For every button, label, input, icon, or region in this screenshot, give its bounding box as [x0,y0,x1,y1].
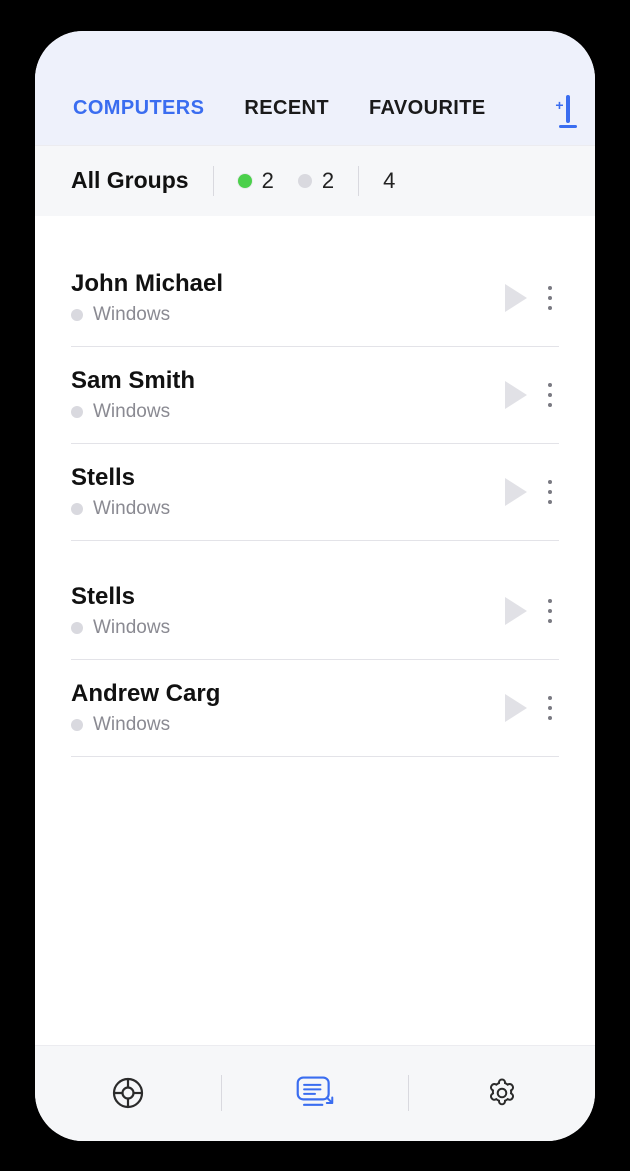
status-dot-offline-icon [298,174,312,188]
list-item[interactable]: Stells Windows [71,563,559,660]
computer-name: John Michael [71,270,491,298]
status-dot-icon [71,719,83,731]
computer-os: Windows [93,714,170,736]
computer-subtitle: Windows [71,304,491,326]
more-menu-button[interactable] [541,476,559,508]
online-count: 2 [238,168,274,194]
status-dot-icon [71,503,83,515]
computer-subtitle: Windows [71,617,491,639]
plus-icon: + [555,98,563,112]
list-item[interactable]: John Michael Windows [71,250,559,347]
connect-button[interactable] [505,381,527,409]
add-computer-button[interactable]: + [566,95,570,123]
divider [358,166,359,196]
divider [213,166,214,196]
app-device-frame: COMPUTERS RECENT FAVOURITE + All Groups … [35,31,595,1141]
tab-favourite[interactable]: FAVOURITE [369,97,486,120]
total-count-value: 4 [383,168,395,194]
more-menu-button[interactable] [541,595,559,627]
computers-list-icon [295,1073,335,1113]
online-count-value: 2 [262,168,274,194]
computer-list: John Michael Windows Sam Smith Windows [35,216,595,1045]
computer-subtitle: Windows [71,498,491,520]
tab-recent[interactable]: RECENT [244,97,329,120]
computer-os: Windows [93,498,170,520]
status-dot-icon [71,406,83,418]
status-dot-icon [71,622,83,634]
computer-os: Windows [93,304,170,326]
computer-subtitle: Windows [71,401,491,423]
total-count: 4 [383,168,395,194]
status-dot-icon [71,309,83,321]
more-menu-button[interactable] [541,379,559,411]
nav-divider [408,1075,409,1111]
tab-bar: COMPUTERS RECENT FAVOURITE + [35,95,595,145]
computer-name: Andrew Carg [71,680,491,708]
more-menu-button[interactable] [541,692,559,724]
offline-count: 2 [298,168,334,194]
computer-name: Stells [71,583,491,611]
nav-settings-button[interactable] [482,1073,522,1113]
computer-name: Sam Smith [71,367,491,395]
header: COMPUTERS RECENT FAVOURITE + [35,31,595,145]
computer-os: Windows [93,401,170,423]
list-item[interactable]: Andrew Carg Windows [71,660,559,757]
connect-button[interactable] [505,478,527,506]
gear-icon [484,1075,520,1111]
more-menu-button[interactable] [541,282,559,314]
group-title[interactable]: All Groups [71,167,189,194]
nav-divider [221,1075,222,1111]
nav-support-button[interactable] [108,1073,148,1113]
connect-button[interactable] [505,694,527,722]
computer-os: Windows [93,617,170,639]
connect-button[interactable] [505,284,527,312]
offline-count-value: 2 [322,168,334,194]
lifebuoy-icon [110,1075,146,1111]
status-dot-online-icon [238,174,252,188]
nav-computers-button[interactable] [295,1073,335,1113]
list-item[interactable]: Sam Smith Windows [71,347,559,444]
connect-button[interactable] [505,597,527,625]
bottom-nav [35,1045,595,1141]
list-item[interactable]: Stells Windows [71,444,559,541]
group-summary: All Groups 2 2 4 [35,145,595,216]
computer-subtitle: Windows [71,714,491,736]
tab-computers[interactable]: COMPUTERS [73,97,204,120]
computer-name: Stells [71,464,491,492]
